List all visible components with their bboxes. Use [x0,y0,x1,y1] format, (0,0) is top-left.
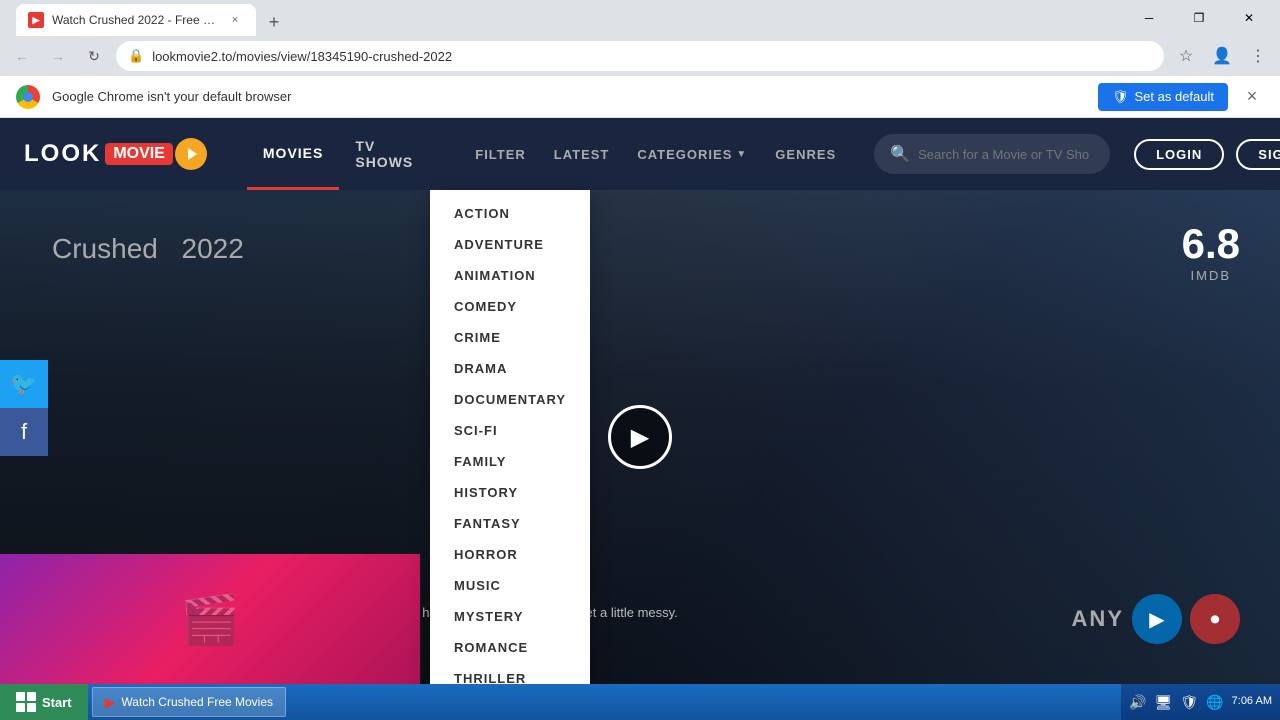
thumbnail-item: 🎬 [0,554,420,684]
imdb-score: 6.8 [1182,220,1240,268]
lock-icon: 🔒 [128,48,144,64]
subnav-latest[interactable]: LATEST [540,118,624,190]
new-tab-button[interactable]: + [260,8,288,36]
taskbar-items: ▶ Watch Crushed Free Movies [88,687,1122,717]
subnav-genres[interactable]: GENRES [761,118,850,190]
logo-look-text: LOOK [24,140,101,168]
taskbar-tray: 🔊 🖥 🛡 🌐 7:06 AM [1121,684,1280,720]
minimize-button[interactable]: ─ [1126,3,1172,33]
category-item-action[interactable]: ACTION [430,198,590,229]
thumbnail-strip: 🎬 [0,554,420,684]
site-header: LOOK MOVIE MOVIES TV SHOWS FILTER LATEST… [0,118,1280,190]
hero-content: Crushed 2022 [40,220,244,268]
maximize-button[interactable]: ❐ [1176,3,1222,33]
active-tab[interactable]: ▶ Watch Crushed 2022 - Free Movies × [16,4,256,36]
nav-tv-shows[interactable]: TV SHOWS [339,118,429,190]
social-sidebar: 🐦 f [0,360,48,456]
category-item-history[interactable]: HISTORY [430,477,590,508]
browser-chrome: ▶ Watch Crushed 2022 - Free Movies × + ─… [0,0,1280,118]
movie-title: Crushed 2022 [40,220,244,268]
category-item-fantasy[interactable]: FANTASY [430,508,590,539]
category-item-mystery[interactable]: MYSTERY [430,601,590,632]
categories-dropdown-arrow: ▼ [736,149,747,160]
watermark: ANY ▶ ⏺ [1072,594,1240,644]
main-nav: MOVIES TV SHOWS [247,118,429,190]
refresh-button[interactable]: ↻ [80,42,108,70]
start-label: Start [42,695,72,710]
logo-icon [175,138,207,170]
account-button[interactable]: 👤 [1208,42,1236,70]
start-button[interactable]: Start [0,684,88,720]
category-item-romance[interactable]: ROMANCE [430,632,590,663]
forward-button[interactable]: → [44,42,72,70]
category-item-comedy[interactable]: COMEDY [430,291,590,322]
category-item-drama[interactable]: DRAMA [430,353,590,384]
watermark-text: ANY [1072,606,1124,632]
start-icon [16,692,36,712]
address-bar: ← → ↻ 🔒 lookmovie2.to/movies/view/183451… [0,36,1280,76]
network-icon[interactable]: 🖥 [1155,694,1173,711]
nav-movies[interactable]: MOVIES [247,118,339,190]
close-window-button[interactable]: ✕ [1226,3,1272,33]
taskbar-favicon: ▶ [105,694,116,711]
set-default-button[interactable]: 🛡 Set as default [1098,83,1228,111]
category-item-crime[interactable]: CRIME [430,322,590,353]
default-browser-banner: Google Chrome isn't your default browser… [0,76,1280,118]
site-logo[interactable]: LOOK MOVIE [24,138,207,170]
tray-time: 7:06 AM [1232,694,1272,709]
hero-section: Crushed 2022 6.8 IMDB ▶ Comedy | Comedy … [0,190,1280,684]
volume-icon[interactable]: 🔊 [1129,694,1146,711]
facebook-button[interactable]: f [0,408,48,456]
search-icon: 🔍 [890,144,910,164]
category-item-music[interactable]: MUSIC [430,570,590,601]
antivirus-icon[interactable]: 🛡 [1180,694,1198,711]
category-item-horror[interactable]: HORROR [430,539,590,570]
tab-favicon: ▶ [28,12,44,28]
taskbar-item-title: Watch Crushed Free Movies [121,695,273,709]
tabs-bar: ▶ Watch Crushed 2022 - Free Movies × + [8,0,1126,36]
categories-dropdown-menu: ACTIONADVENTUREANIMATIONCOMEDYCRIMEDRAMA… [430,190,590,684]
logo-movie-text: MOVIE [105,143,173,165]
imdb-badge: 6.8 IMDB [1182,220,1240,283]
title-bar: ▶ Watch Crushed 2022 - Free Movies × + ─… [0,0,1280,36]
play-button[interactable]: ▶ [608,405,672,469]
shield-icon: 🛡 [1112,89,1129,105]
set-default-label: Set as default [1135,89,1215,104]
taskbar: Start ▶ Watch Crushed Free Movies 🔊 🖥 🛡 … [0,684,1280,720]
category-item-sci-fi[interactable]: SCI-FI [430,415,590,446]
banner-close-button[interactable]: × [1240,85,1264,109]
search-bar[interactable]: 🔍 [874,134,1110,174]
subnav-filter[interactable]: FILTER [461,118,540,190]
watermark-play-icon: ▶ [1132,594,1182,644]
window-controls: ─ ❐ ✕ [1126,3,1272,33]
chrome-logo-icon [16,85,40,109]
sub-nav: FILTER LATEST CATEGORIES ▼ GENRES [461,118,850,190]
category-item-thriller[interactable]: THRILLER [430,663,590,684]
search-input[interactable] [918,147,1094,162]
thumbnail-icon: 🎬 [180,591,240,648]
login-button[interactable]: LOGIN [1134,139,1224,170]
taskbar-browser-item[interactable]: ▶ Watch Crushed Free Movies [92,687,286,717]
category-item-animation[interactable]: ANIMATION [430,260,590,291]
url-bar[interactable]: 🔒 lookmovie2.to/movies/view/18345190-cru… [116,41,1164,71]
imdb-label: IMDB [1182,268,1240,283]
chrome-menu-button[interactable]: ⋮ [1244,42,1272,70]
browser-icon[interactable]: 🌐 [1206,694,1223,711]
signup-button[interactable]: SIGNUP [1236,139,1280,170]
auth-buttons: LOGIN SIGNUP [1134,139,1280,170]
tab-close-button[interactable]: × [226,11,244,29]
category-item-documentary[interactable]: DOCUMENTARY [430,384,590,415]
website: LOOK MOVIE MOVIES TV SHOWS FILTER LATEST… [0,118,1280,684]
banner-text: Google Chrome isn't your default browser [52,89,1086,104]
category-item-family[interactable]: FAMILY [430,446,590,477]
back-button[interactable]: ← [8,42,36,70]
bookmark-button[interactable]: ☆ [1172,42,1200,70]
subnav-categories[interactable]: CATEGORIES ▼ [623,118,761,190]
twitter-button[interactable]: 🐦 [0,360,48,408]
watermark-record-icon: ⏺ [1190,594,1240,644]
category-item-adventure[interactable]: ADVENTURE [430,229,590,260]
tab-title: Watch Crushed 2022 - Free Movies [52,13,218,27]
url-text: lookmovie2.to/movies/view/18345190-crush… [152,49,1152,64]
